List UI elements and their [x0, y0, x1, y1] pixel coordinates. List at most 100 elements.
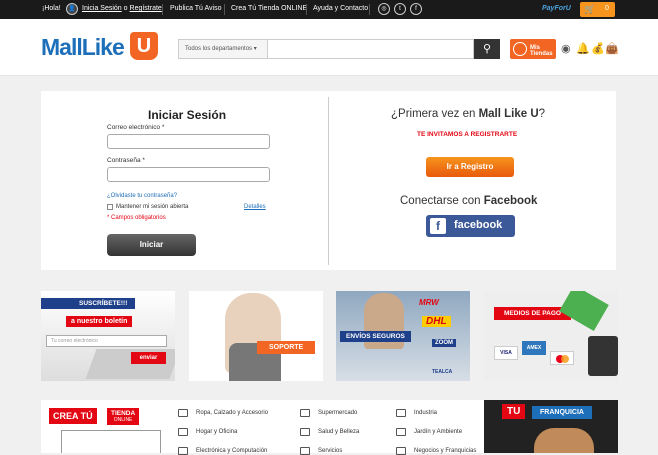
notification-bell-icon[interactable]: 🔔 [576, 42, 590, 55]
franchise-label: FRANQUICIA [532, 406, 592, 419]
tools-icon [300, 447, 310, 455]
login-card: Iniciar Sesión Correo electrónico * Cont… [41, 91, 616, 270]
support-label: SOPORTE [257, 341, 316, 354]
logo-u: U [136, 35, 152, 57]
health-icon [300, 428, 310, 436]
my-stores-label: Mis Tiendas [530, 45, 553, 57]
handshake-icon [396, 447, 406, 455]
category-label[interactable]: Jardín y Ambiente [414, 429, 462, 435]
mrw-logo: MRW [419, 298, 439, 307]
basket-icon [300, 409, 310, 417]
facebook-icon: f [430, 218, 446, 234]
go-register-button[interactable]: Ir a Registro [426, 157, 514, 177]
category-label[interactable]: Hogar y Oficina [196, 429, 237, 435]
category-label[interactable]: Electrónica y Computación [196, 448, 267, 454]
create-store-banner[interactable]: CREA TÚ TIENDA ONLINE [41, 400, 175, 453]
create-label: CREA TÚ [49, 408, 97, 424]
divider [369, 4, 370, 15]
fb-connect-label: Conectarse con [400, 195, 481, 207]
forgot-password-link[interactable]: ¿Olvidaste tu contraseña? [107, 193, 177, 199]
twitter-icon[interactable]: t [394, 3, 406, 15]
department-select[interactable]: Todos los departamentos ▾ [178, 39, 268, 59]
sofa-icon [178, 428, 188, 436]
facebook-button-label: facebook [454, 219, 503, 231]
newsletter-email-input[interactable]: Tu correo electrónico [46, 335, 167, 347]
search-icon: ⚲ [482, 43, 492, 55]
register-link[interactable]: Regístrate [130, 5, 162, 12]
money-bag-icon[interactable]: 💰 [591, 42, 605, 55]
newsletter-send-button[interactable]: enviar [131, 352, 166, 364]
top-bar: ¡Hola! 👤 Inicia Sesión o Regístrate Publ… [0, 0, 658, 19]
header: MallLike U Todos los departamentos ▾ ⚲ M… [0, 19, 658, 76]
category-label[interactable]: Servicios [318, 448, 342, 454]
login-title: Iniciar Sesión [148, 108, 227, 122]
or-text: o [123, 5, 128, 12]
facebook-login-button[interactable]: f facebook [426, 215, 515, 237]
greeting: ¡Hola! [42, 5, 61, 12]
divider [306, 4, 307, 15]
mastercard-yellow-circle [561, 355, 569, 363]
shirt-icon [178, 409, 188, 417]
email-label: Correo electrónico * [107, 124, 165, 131]
plant-icon [396, 428, 406, 436]
category-label[interactable]: Supermercado [318, 410, 357, 416]
category-label[interactable]: Salud y Belleza [318, 429, 359, 435]
online-label: ONLINE [113, 417, 133, 423]
storefront-sketch [61, 430, 161, 453]
support-banner[interactable]: SOPORTE [189, 291, 323, 381]
question-brand: Mall Like U [478, 108, 539, 120]
keep-session-checkbox[interactable] [107, 204, 113, 210]
my-stores-button[interactable]: Mis Tiendas [510, 39, 556, 59]
email-field[interactable] [107, 134, 270, 149]
password-field[interactable] [107, 167, 270, 182]
search-button[interactable]: ⚲ [474, 39, 500, 59]
caret-down-icon: ▾ [253, 46, 257, 52]
payforu-logo[interactable]: PayForU [542, 5, 571, 12]
password-label: Contraseña * [107, 157, 145, 164]
categories-panel: Ropa, Calzado y Accesorio Supermercado Ind… [163, 400, 488, 455]
fb-connect-brand: Facebook [483, 195, 538, 207]
zoom-logo: ZOOM [432, 339, 456, 347]
tu-label: TU [502, 404, 526, 419]
facebook-icon[interactable]: f [410, 3, 422, 15]
create-store-link[interactable]: Crea Tú Tienda ONLINE [231, 5, 307, 12]
divider [162, 4, 163, 15]
dhl-logo: DHL [422, 316, 451, 327]
logo-bag-icon: U [130, 32, 158, 60]
cart-icon: 🛒 [584, 4, 596, 14]
tealca-logo: TEALCA [432, 369, 453, 375]
store-online-badge: TIENDA ONLINE [107, 408, 140, 425]
logo-text: MallLike [41, 34, 125, 60]
search-input[interactable] [268, 39, 474, 59]
required-note: * Campos obligatorios [107, 215, 166, 221]
invite-text: TE INVITAMOS A REGISTRARTE [417, 131, 518, 138]
register-question: ¿Primera vez en Mall Like U? [391, 108, 545, 120]
shipping-banner[interactable]: MRW DHL ENVÍOS SEGUROS ZOOM TEALCA [336, 291, 470, 381]
newsletter-subtitle: a nuestro boletín [66, 316, 133, 327]
details-link[interactable]: Detalles [244, 204, 266, 210]
help-contact-link[interactable]: Ayuda y Contacto [313, 5, 368, 12]
factory-icon [396, 409, 406, 417]
category-label[interactable]: Industria [414, 410, 437, 416]
visa-card: VISA [494, 346, 518, 360]
shopping-bag-icon[interactable]: 👜 [605, 42, 619, 55]
keep-session-label: Mantener mi sesión abierta [116, 204, 189, 210]
store-label: TIENDA [111, 410, 136, 417]
instagram-icon[interactable]: ◎ [378, 3, 390, 15]
category-label[interactable]: Negocios y Franquicias [414, 448, 476, 454]
login-button[interactable]: Iniciar [107, 234, 196, 256]
publish-ad-link[interactable]: Publica Tú Aviso [170, 5, 222, 12]
cart-button[interactable]: 🛒 0 [580, 2, 615, 17]
logo[interactable]: MallLike [41, 34, 125, 61]
category-label[interactable]: Ropa, Calzado y Accesorio [196, 410, 268, 416]
account-icon[interactable]: ◉ [561, 42, 571, 55]
franchise-banner[interactable]: TU FRANQUICIA [484, 400, 618, 453]
amex-card: AMEX [522, 341, 546, 355]
login-link[interactable]: Inicia Sesión [82, 5, 122, 12]
laptop-image [588, 336, 618, 376]
payment-methods-banner[interactable]: MEDIOS DE PAGO VISA AMEX [484, 291, 618, 381]
department-label: Todos los departamentos [185, 46, 253, 52]
divider [224, 4, 225, 15]
question-text: ¿Primera vez en [391, 108, 476, 120]
divider [328, 97, 329, 265]
